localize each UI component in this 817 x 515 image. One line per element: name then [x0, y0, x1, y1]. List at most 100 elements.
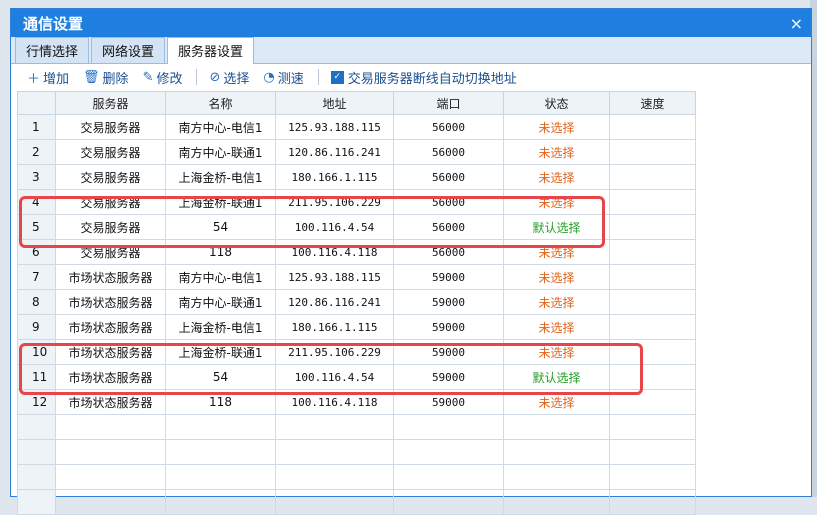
empty-cell	[393, 464, 504, 490]
row-index: 8	[17, 289, 56, 315]
empty-cell	[55, 439, 166, 465]
name-cell: 南方中心-联通1	[165, 139, 276, 165]
table-row[interactable]: 11 市场状态服务器 54 100.116.4.54 59000 默认选择	[17, 364, 696, 390]
table-row[interactable]: 7 市场状态服务器 南方中心-电信1 125.93.188.115 59000 未选择	[17, 264, 696, 290]
port-cell: 59000	[393, 314, 504, 340]
plus-icon: ＋	[27, 71, 41, 87]
toolbar-divider	[317, 69, 319, 85]
empty-cell	[393, 439, 504, 465]
address-cell: 125.93.188.115	[275, 264, 394, 290]
table-row[interactable]: 6 交易服务器 118 100.116.4.118 56000 未选择	[17, 239, 696, 265]
add-label: 增加	[43, 71, 70, 87]
port-cell: 56000	[393, 239, 504, 265]
port-cell: 59000	[393, 339, 504, 365]
empty-cell	[165, 414, 276, 440]
table-row[interactable]: 10 市场状态服务器 上海金桥-联通1 211.95.106.229 59000 未选择	[17, 339, 696, 365]
status-cell: 未选择	[503, 264, 610, 290]
table-row[interactable]: 4 交易服务器 上海金桥-联通1 211.95.106.229 56000 未选择	[17, 189, 696, 215]
close-icon[interactable]: ×	[790, 14, 803, 33]
name-cell: 118	[165, 239, 276, 265]
delete-label: 删除	[102, 71, 129, 87]
name-cell: 上海金桥-联通1	[165, 339, 276, 365]
row-index: 1	[17, 114, 56, 140]
table-row[interactable]: 8 市场状态服务器 南方中心-联通1 120.86.116.241 59000 未选择	[17, 289, 696, 315]
column-header-name[interactable]: 名称	[165, 91, 276, 115]
server-cell: 市场状态服务器	[55, 289, 166, 315]
table-row[interactable]: 3 交易服务器 上海金桥-电信1 180.166.1.115 56000 未选择	[17, 164, 696, 190]
server-cell: 市场状态服务器	[55, 389, 166, 415]
speed-cell	[609, 164, 696, 190]
empty-table-row	[17, 464, 696, 490]
status-cell: 未选择	[503, 289, 610, 315]
address-cell: 100.116.4.118	[275, 389, 394, 415]
table-header-row: 服务器 名称 地址 端口 状态 速度	[17, 91, 696, 115]
row-index: 10	[17, 339, 56, 365]
server-cell: 交易服务器	[55, 164, 166, 190]
row-index: 5	[17, 214, 56, 240]
auto-switch-label: 交易服务器断线自动切换地址	[347, 71, 517, 87]
status-cell: 未选择	[503, 239, 610, 265]
empty-cell	[275, 464, 394, 490]
address-cell: 125.93.188.115	[275, 114, 394, 140]
table-row[interactable]: 2 交易服务器 南方中心-联通1 120.86.116.241 56000 未选择	[17, 139, 696, 165]
tab-network-settings[interactable]: 网络设置	[91, 37, 166, 63]
name-cell: 上海金桥-联通1	[165, 189, 276, 215]
name-cell: 118	[165, 389, 276, 415]
auto-switch-checkbox[interactable]: ✓ 交易服务器断线自动切换地址	[330, 68, 517, 87]
empty-cell	[165, 489, 276, 515]
table-row[interactable]: 1 交易服务器 南方中心-电信1 125.93.188.115 56000 未选择	[17, 114, 696, 140]
row-index: 7	[17, 264, 56, 290]
status-cell: 未选择	[503, 164, 610, 190]
speed-test-button[interactable]: ◔ 测速	[263, 68, 303, 87]
name-cell: 上海金桥-电信1	[165, 164, 276, 190]
speed-cell	[609, 114, 696, 140]
port-cell: 56000	[393, 139, 504, 165]
row-index: 11	[17, 364, 56, 390]
server-cell: 交易服务器	[55, 114, 166, 140]
column-header-port[interactable]: 端口	[393, 91, 504, 115]
empty-cell	[393, 489, 504, 515]
add-button[interactable]: ＋ 增加	[27, 68, 69, 87]
tab-server-settings[interactable]: 服务器设置	[167, 37, 255, 64]
column-header-speed[interactable]: 速度	[609, 91, 696, 115]
status-cell: 未选择	[503, 339, 610, 365]
address-cell: 211.95.106.229	[275, 189, 394, 215]
table-row[interactable]: 12 市场状态服务器 118 100.116.4.118 59000 未选择	[17, 389, 696, 415]
address-cell: 100.116.4.118	[275, 239, 394, 265]
column-header-address[interactable]: 地址	[275, 91, 394, 115]
empty-table-row	[17, 489, 696, 515]
table-row[interactable]: 5 交易服务器 54 100.116.4.54 56000 默认选择	[17, 214, 696, 240]
status-cell: 未选择	[503, 314, 610, 340]
edit-button[interactable]: ✎ 修改	[143, 68, 183, 87]
empty-cell	[17, 464, 56, 490]
empty-cell	[17, 439, 56, 465]
speedometer-icon: ◔	[263, 69, 275, 85]
port-cell: 59000	[393, 289, 504, 315]
row-index: 12	[17, 389, 56, 415]
empty-cell	[609, 414, 696, 440]
empty-cell	[609, 489, 696, 515]
edit-icon: ✎	[142, 69, 154, 85]
name-cell: 南方中心-联通1	[165, 289, 276, 315]
status-cell: 未选择	[503, 389, 610, 415]
empty-cell	[503, 439, 610, 465]
select-button[interactable]: ⊘ 选择	[209, 68, 249, 87]
empty-cell	[17, 414, 56, 440]
speed-cell	[609, 339, 696, 365]
delete-button[interactable]: 🗑 删除	[83, 68, 129, 87]
empty-cell	[275, 439, 394, 465]
empty-cell	[503, 464, 610, 490]
status-cell: 未选择	[503, 114, 610, 140]
port-cell: 56000	[393, 189, 504, 215]
speed-cell	[609, 239, 696, 265]
column-header-server[interactable]: 服务器	[55, 91, 166, 115]
speed-cell	[609, 314, 696, 340]
empty-table-row	[17, 439, 696, 465]
column-header-status[interactable]: 状态	[503, 91, 610, 115]
tab-quote-selection[interactable]: 行情选择	[15, 37, 90, 63]
status-cell: 默认选择	[503, 214, 610, 240]
empty-cell	[165, 464, 276, 490]
empty-cell	[503, 414, 610, 440]
name-cell: 南方中心-电信1	[165, 114, 276, 140]
table-row[interactable]: 9 市场状态服务器 上海金桥-电信1 180.166.1.115 59000 未选择	[17, 314, 696, 340]
